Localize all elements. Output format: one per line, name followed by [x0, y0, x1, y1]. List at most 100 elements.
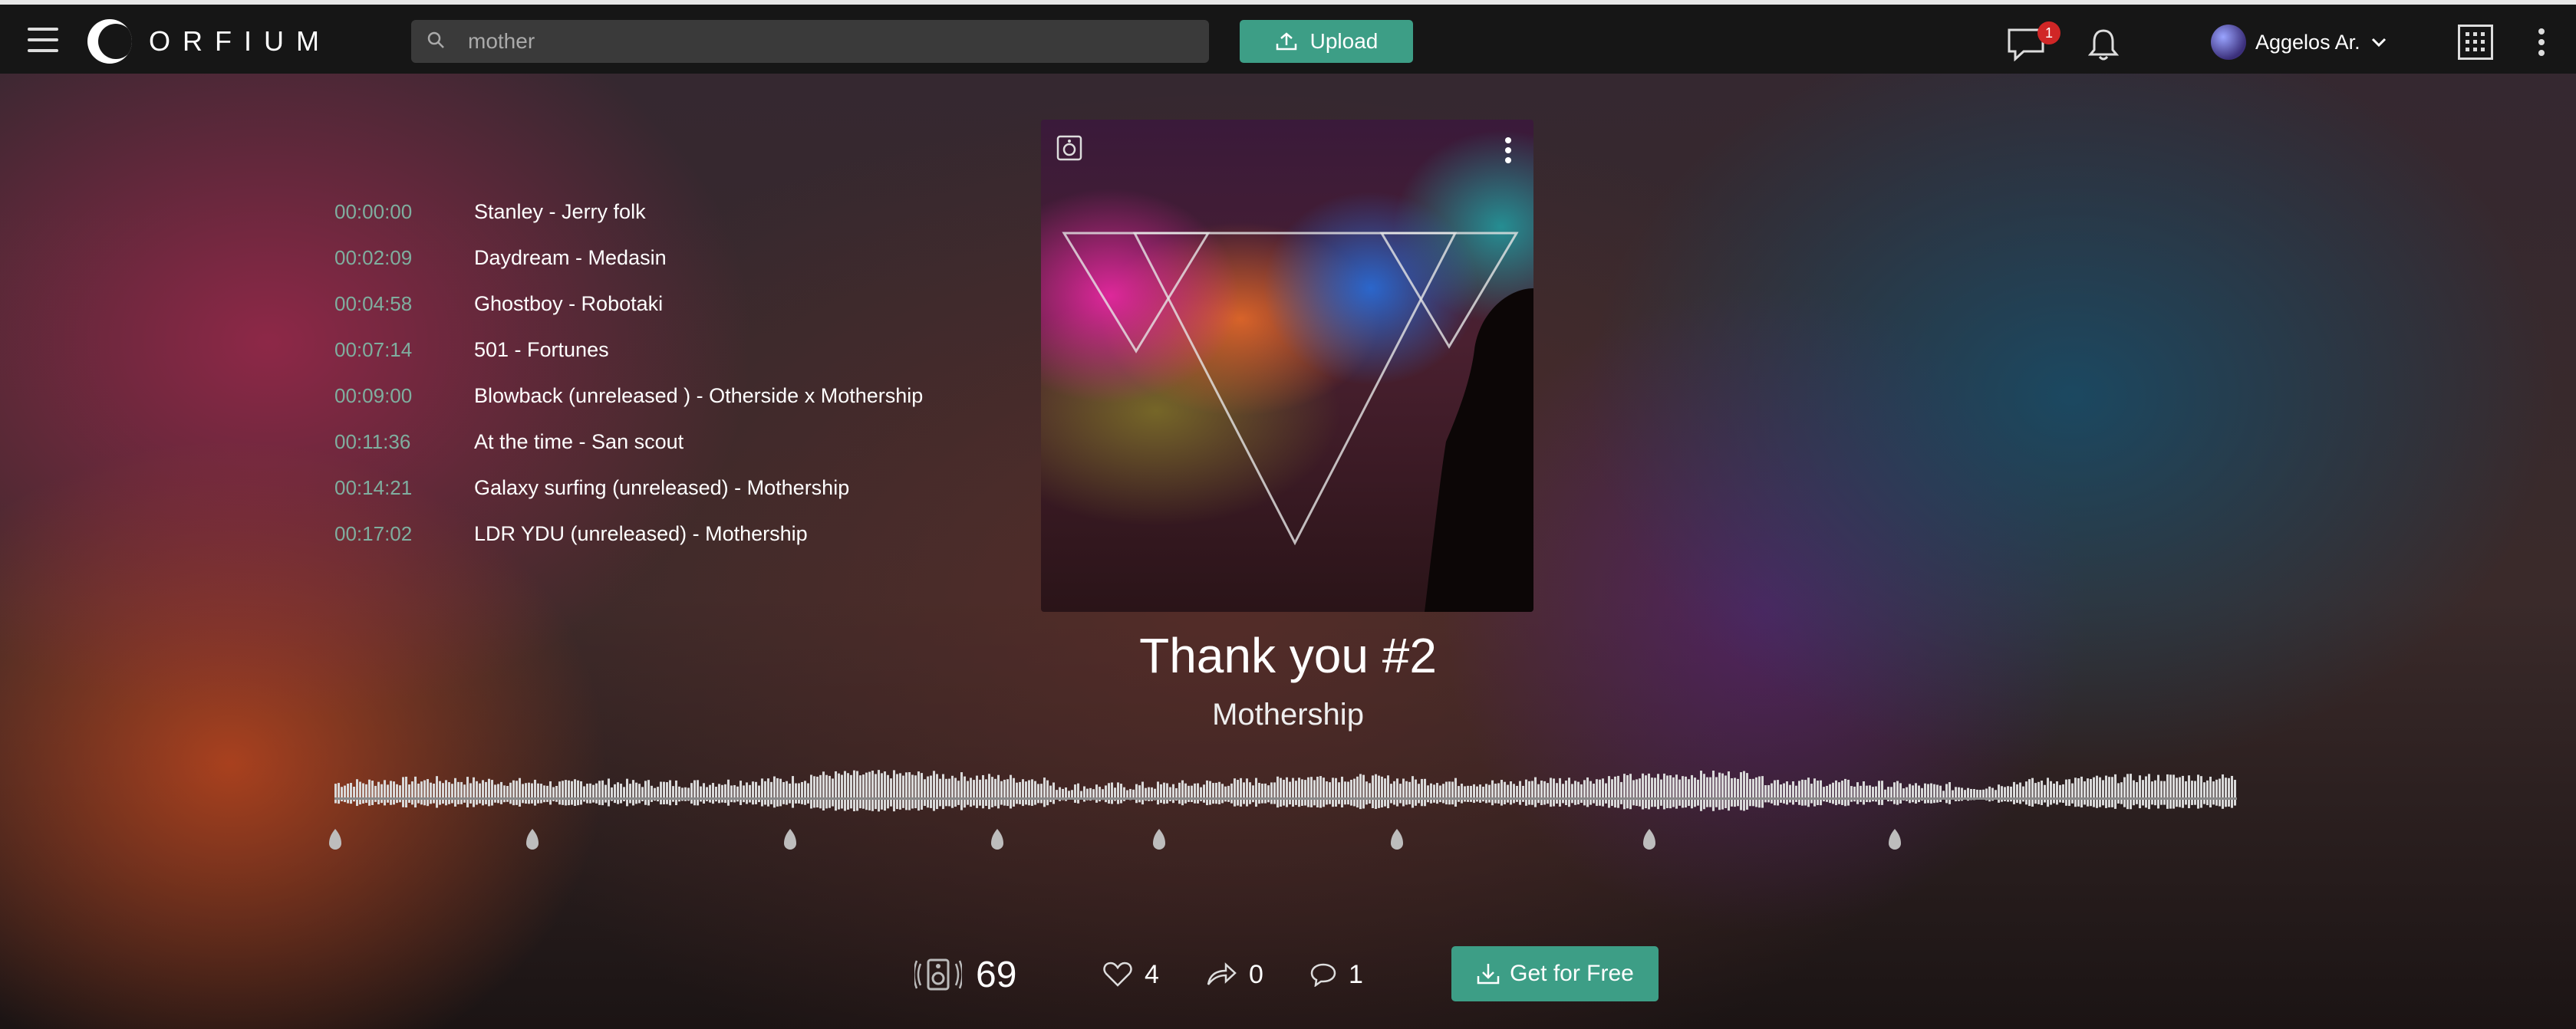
list-item[interactable]: 00:07:14 501 - Fortunes	[334, 327, 923, 373]
get-for-free-button[interactable]: Get for Free	[1451, 946, 1659, 1001]
waveform-bar	[1412, 776, 1414, 808]
waveform-bar	[1715, 777, 1718, 807]
cover-art	[1041, 120, 1533, 612]
waveform-bar	[807, 783, 809, 804]
waveform-bar	[1571, 784, 1573, 804]
waveform-bar	[850, 774, 852, 809]
track-time[interactable]: 00:04:58	[334, 292, 474, 316]
search-input[interactable]: mother	[411, 20, 1209, 63]
waveform-bar	[2053, 783, 2055, 804]
waveform-bar	[430, 782, 432, 804]
waveform-bar	[2234, 780, 2236, 806]
waveform-bar	[1052, 782, 1055, 804]
track-title: Blowback (unreleased ) - Otherside x Mot…	[474, 383, 924, 407]
apps-grid-icon[interactable]	[2458, 25, 2493, 64]
upload-button[interactable]: Upload	[1240, 20, 1413, 63]
waveform-bar	[1141, 781, 1144, 805]
tracklist-marker-icon[interactable]	[525, 828, 540, 855]
hamburger-menu-icon[interactable]	[28, 28, 58, 52]
waveform-bar	[1611, 779, 1613, 807]
track-time[interactable]: 00:09:00	[334, 384, 474, 408]
waveform-bar	[519, 778, 521, 807]
waveform-bar	[1780, 784, 1782, 803]
reposts-stat[interactable]: 0	[1206, 946, 1263, 1003]
list-item[interactable]: 00:04:58 Ghostboy - Robotaki	[334, 281, 923, 327]
waveform-bar	[1387, 775, 1389, 809]
waveform-bar	[1519, 781, 1521, 805]
waveform-bar	[1675, 774, 1678, 809]
list-item[interactable]: 00:02:09 Daydream - Medasin	[334, 235, 923, 281]
tracklist-marker-icon[interactable]	[990, 828, 1005, 855]
waveform-bar	[350, 783, 352, 804]
waveform-bar	[644, 781, 647, 805]
track-time[interactable]: 00:11:36	[334, 430, 474, 454]
waveform-bar	[804, 781, 806, 805]
waveform-bar	[1507, 784, 1509, 803]
likes-count: 4	[1145, 959, 1159, 989]
tracklist-marker-icon[interactable]	[1389, 828, 1405, 855]
waveform-bar	[2062, 784, 2064, 804]
list-item[interactable]: 00:11:36 At the time - San scout	[334, 419, 923, 465]
tracklist-marker-icon[interactable]	[328, 828, 343, 855]
track-time[interactable]: 00:02:09	[334, 246, 474, 270]
user-menu[interactable]: Aggelos Ar.	[2211, 25, 2387, 60]
waveform-bar	[1424, 778, 1426, 807]
waveform-bar	[1421, 778, 1423, 807]
waveform-bar	[1280, 778, 1282, 807]
list-item[interactable]: 00:14:21 Galaxy surfing (unreleased) - Mo…	[334, 465, 923, 511]
waveform-bar	[1728, 771, 1730, 811]
list-item[interactable]: 00:09:00 Blowback (unreleased ) - Othersi…	[334, 373, 923, 419]
waveform-bar	[2059, 784, 2061, 803]
waveform-bar	[1537, 784, 1540, 804]
waveform-bar	[1000, 781, 1003, 805]
waveform-bar	[1528, 781, 1530, 805]
waveform-bar	[1010, 774, 1012, 809]
waveform-bar	[1743, 771, 1745, 811]
tracklist-marker-icon[interactable]	[1642, 828, 1657, 855]
waveform-bar	[1298, 778, 1300, 807]
waveform-bar	[1623, 774, 1626, 810]
waveform-bar	[776, 778, 779, 807]
tracklist-marker-icon[interactable]	[782, 828, 798, 855]
more-vertical-icon[interactable]	[1504, 136, 1512, 168]
tracklist-marker-icon[interactable]	[1151, 828, 1167, 855]
top-navigation-bar: ORFIUM mother Upload 1 Aggelos Ar.	[0, 0, 2576, 74]
waveform-bar	[1847, 779, 1850, 806]
more-vertical-icon[interactable]	[2538, 28, 2545, 61]
likes-stat[interactable]: 4	[1103, 946, 1159, 1003]
waveform[interactable]	[334, 767, 2237, 824]
waveform-bar	[660, 781, 662, 805]
tracklist-marker-icon[interactable]	[1887, 828, 1902, 855]
track-time[interactable]: 00:14:21	[334, 476, 474, 500]
waveform-bar	[1927, 784, 1929, 804]
list-item[interactable]: 00:17:02 LDR YDU (unreleased) - Mothershi…	[334, 511, 923, 557]
waveform-bar	[1402, 778, 1405, 807]
orfium-logo[interactable]: ORFIUM	[87, 18, 331, 64]
track-time[interactable]: 00:17:02	[334, 522, 474, 546]
comments-count: 1	[1349, 959, 1363, 989]
waveform-bar	[921, 773, 923, 810]
waveform-bar	[2016, 784, 2018, 804]
waveform-bar	[1896, 781, 1899, 805]
list-item[interactable]: 00:00:00 Stanley - Jerry folk	[334, 189, 923, 235]
artist-name[interactable]: Mothership	[0, 698, 2576, 732]
waveform-bar	[1899, 783, 1902, 804]
heart-icon	[1103, 962, 1132, 987]
waveform-bar	[1178, 782, 1181, 804]
comments-stat[interactable]: 1	[1310, 946, 1363, 1003]
waveform-bar	[1774, 780, 1776, 806]
waveform-bar	[954, 778, 957, 807]
waveform-bar	[574, 779, 576, 807]
waveform-bar	[709, 784, 711, 803]
track-time[interactable]: 00:00:00	[334, 200, 474, 224]
bell-icon[interactable]	[2087, 28, 2120, 65]
waveform-bar	[782, 781, 785, 804]
waveform-bar	[773, 776, 776, 808]
waveform-bar	[1120, 784, 1122, 804]
track-time[interactable]: 00:07:14	[334, 338, 474, 362]
waveform-bar	[690, 783, 693, 804]
waveform-bar	[1562, 784, 1564, 804]
waveform-bar	[752, 781, 754, 805]
waveform-bar	[2090, 778, 2092, 807]
waveform-bar	[1767, 784, 1770, 803]
